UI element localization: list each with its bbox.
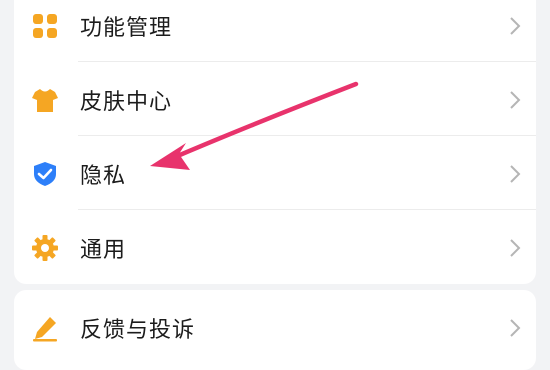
- settings-item-label: 皮肤中心: [80, 90, 173, 115]
- chevron-right-icon: [510, 165, 521, 183]
- grid-icon: [33, 14, 57, 38]
- chevron-right-icon: [510, 239, 521, 257]
- settings-item-privacy[interactable]: 隐私: [14, 138, 536, 210]
- settings-item-general[interactable]: 通用: [14, 212, 536, 284]
- settings-item-label: 通用: [80, 238, 127, 263]
- settings-item-feature-management[interactable]: 功能管理: [14, 0, 536, 62]
- settings-item-label: 隐私: [80, 164, 127, 189]
- divider: [78, 61, 536, 62]
- settings-item-feedback[interactable]: 反馈与投诉: [14, 292, 536, 364]
- shirt-icon: [32, 89, 58, 112]
- settings-card-main: 功能管理 皮肤中心 隐私 通用: [14, 0, 536, 284]
- settings-item-label: 反馈与投诉: [80, 318, 196, 343]
- pencil-icon: [33, 317, 57, 342]
- chevron-right-icon: [510, 91, 521, 109]
- chevron-right-icon: [510, 319, 521, 337]
- settings-item-skin-center[interactable]: 皮肤中心: [14, 64, 536, 136]
- divider: [78, 209, 536, 210]
- settings-card-support: 反馈与投诉: [14, 290, 536, 370]
- chevron-right-icon: [510, 17, 521, 35]
- divider: [78, 135, 536, 136]
- settings-item-label: 功能管理: [80, 16, 173, 41]
- shield-check-icon: [34, 162, 56, 186]
- gear-icon: [32, 235, 58, 261]
